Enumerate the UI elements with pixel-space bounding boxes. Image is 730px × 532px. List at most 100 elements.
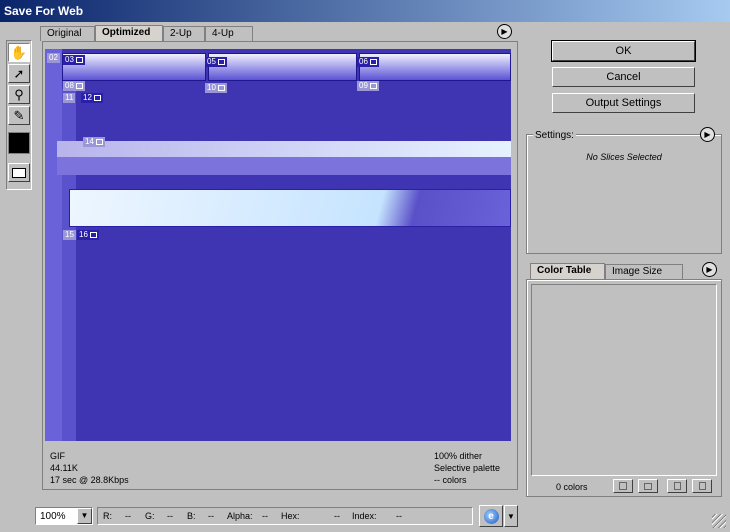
slice-number: 14	[85, 137, 94, 146]
colors-value: -- colors	[434, 475, 467, 485]
left-slice-strip	[45, 49, 62, 441]
hand-icon: ✋	[10, 44, 28, 60]
slice-label: 05	[205, 57, 227, 67]
delete-color-button[interactable]	[692, 479, 712, 493]
image-slice-icon	[89, 231, 97, 238]
chevron-down-icon[interactable]: ▼	[77, 508, 92, 524]
nav-button-image-3	[359, 53, 511, 81]
slice-number: 05	[207, 57, 216, 66]
image-slice-icon	[75, 56, 83, 63]
window-title: Save For Web	[4, 4, 84, 18]
resize-grip[interactable]	[712, 514, 726, 528]
slice-number: 08	[65, 81, 74, 90]
light-band	[57, 141, 511, 157]
hex-value: --	[334, 511, 340, 521]
file-size: 44.11K	[50, 463, 78, 473]
trash-icon	[698, 482, 706, 490]
map-color-button[interactable]	[613, 479, 633, 493]
no-slices-message: No Slices Selected	[586, 152, 662, 162]
zoom-value: 100%	[40, 511, 66, 522]
toggle-slices-visibility[interactable]	[8, 163, 30, 182]
index-value: --	[396, 511, 402, 521]
title-bar: Save For Web	[0, 0, 730, 22]
b-label: B:	[187, 511, 196, 521]
alpha-label: Alpha:	[227, 511, 253, 521]
nav-button-image-2	[208, 53, 357, 81]
slice-visibility-icon	[12, 167, 26, 178]
tab-2-up[interactable]: 2-Up	[163, 26, 205, 41]
optimization-info-left: GIF 44.11K 17 sec @ 28.8Kbps	[50, 450, 129, 486]
alpha-value: --	[262, 511, 268, 521]
cube-icon	[619, 482, 627, 490]
image-slice-icon	[369, 58, 377, 65]
slice-number: 15	[65, 230, 74, 239]
optimization-info-right: 100% dither Selective palette -- colors	[434, 450, 500, 486]
magnifier-icon: ⚲	[14, 86, 24, 102]
mid-band	[57, 157, 511, 175]
image-slice-icon	[217, 58, 225, 65]
image-slice-icon	[75, 82, 83, 89]
slice-label: 08	[63, 81, 85, 91]
slice-number: 03	[65, 55, 74, 64]
zoom-select[interactable]: 100% ▼	[35, 507, 93, 525]
image-slice-icon	[369, 82, 377, 89]
settings-menu-button[interactable]: ▶	[700, 127, 715, 142]
slice-label: 11	[63, 93, 76, 103]
slice-label: 02	[47, 53, 60, 63]
hex-label: Hex:	[281, 511, 300, 521]
image-slice-icon	[93, 94, 101, 101]
view-menu-button[interactable]: ▶	[497, 24, 512, 39]
button-label: Output Settings	[585, 97, 662, 109]
tab-label: Original	[47, 28, 82, 39]
tab-original[interactable]: Original	[40, 26, 95, 41]
tab-4-up[interactable]: 4-Up	[205, 26, 253, 41]
new-page-icon	[673, 482, 681, 490]
tab-label: 2-Up	[170, 28, 192, 39]
eyedropper-icon: ✎	[13, 107, 25, 123]
tab-image-size[interactable]: Image Size	[605, 264, 683, 279]
slice-number: 02	[49, 53, 58, 62]
slice-select-tool[interactable]: ➚	[8, 64, 30, 83]
optimized-preview-canvas[interactable]: 02 03 05 06 08 10 09 11 12 14 15 16	[45, 49, 511, 441]
slice-label: 06	[357, 57, 379, 67]
file-format: GIF	[50, 451, 65, 461]
button-label: OK	[615, 45, 632, 57]
slice-number: 16	[79, 230, 88, 239]
slice-label: 12	[81, 93, 103, 103]
tab-optimized[interactable]: Optimized	[95, 25, 163, 41]
r-value: --	[125, 511, 131, 521]
output-settings-button[interactable]: Output Settings	[552, 93, 695, 113]
play-right-icon: ▶	[706, 264, 713, 274]
slice-label: 14	[83, 137, 105, 147]
slice-label: 16	[77, 230, 99, 240]
index-label: Index:	[352, 511, 377, 521]
tab-color-table[interactable]: Color Table	[530, 263, 605, 279]
browser-menu-button[interactable]: ▼	[504, 505, 518, 527]
slice-label: 09	[357, 81, 379, 91]
slice-number: 09	[359, 81, 368, 90]
dither-value: 100% dither	[434, 451, 483, 461]
tab-label: Image Size	[612, 266, 663, 277]
ok-button[interactable]: OK	[551, 40, 696, 62]
palette-type: Selective palette	[434, 463, 501, 473]
play-right-icon: ▶	[704, 129, 711, 139]
color-count: 0 colors	[556, 482, 588, 492]
zoom-tool[interactable]: ⚲	[8, 85, 30, 104]
slice-number: 10	[207, 83, 216, 92]
new-color-button[interactable]	[667, 479, 687, 493]
eyedropper-tool[interactable]: ✎	[8, 106, 30, 125]
play-right-icon: ▶	[501, 26, 508, 36]
slice-number: 12	[83, 93, 92, 102]
preview-in-browser-button[interactable]: e	[479, 505, 503, 527]
color-table-menu-button[interactable]: ▶	[702, 262, 717, 277]
cancel-button[interactable]: Cancel	[552, 67, 695, 87]
image-slice-icon	[95, 138, 103, 145]
slice-number: 06	[359, 57, 368, 66]
lock-color-button[interactable]	[638, 479, 658, 493]
eyedropper-color-swatch[interactable]	[8, 132, 30, 154]
chevron-down-icon: ▼	[507, 511, 515, 521]
tab-label: Color Table	[537, 265, 592, 276]
hand-tool[interactable]: ✋	[8, 43, 30, 62]
g-label: G:	[145, 511, 155, 521]
color-table-swatches[interactable]	[531, 284, 717, 476]
